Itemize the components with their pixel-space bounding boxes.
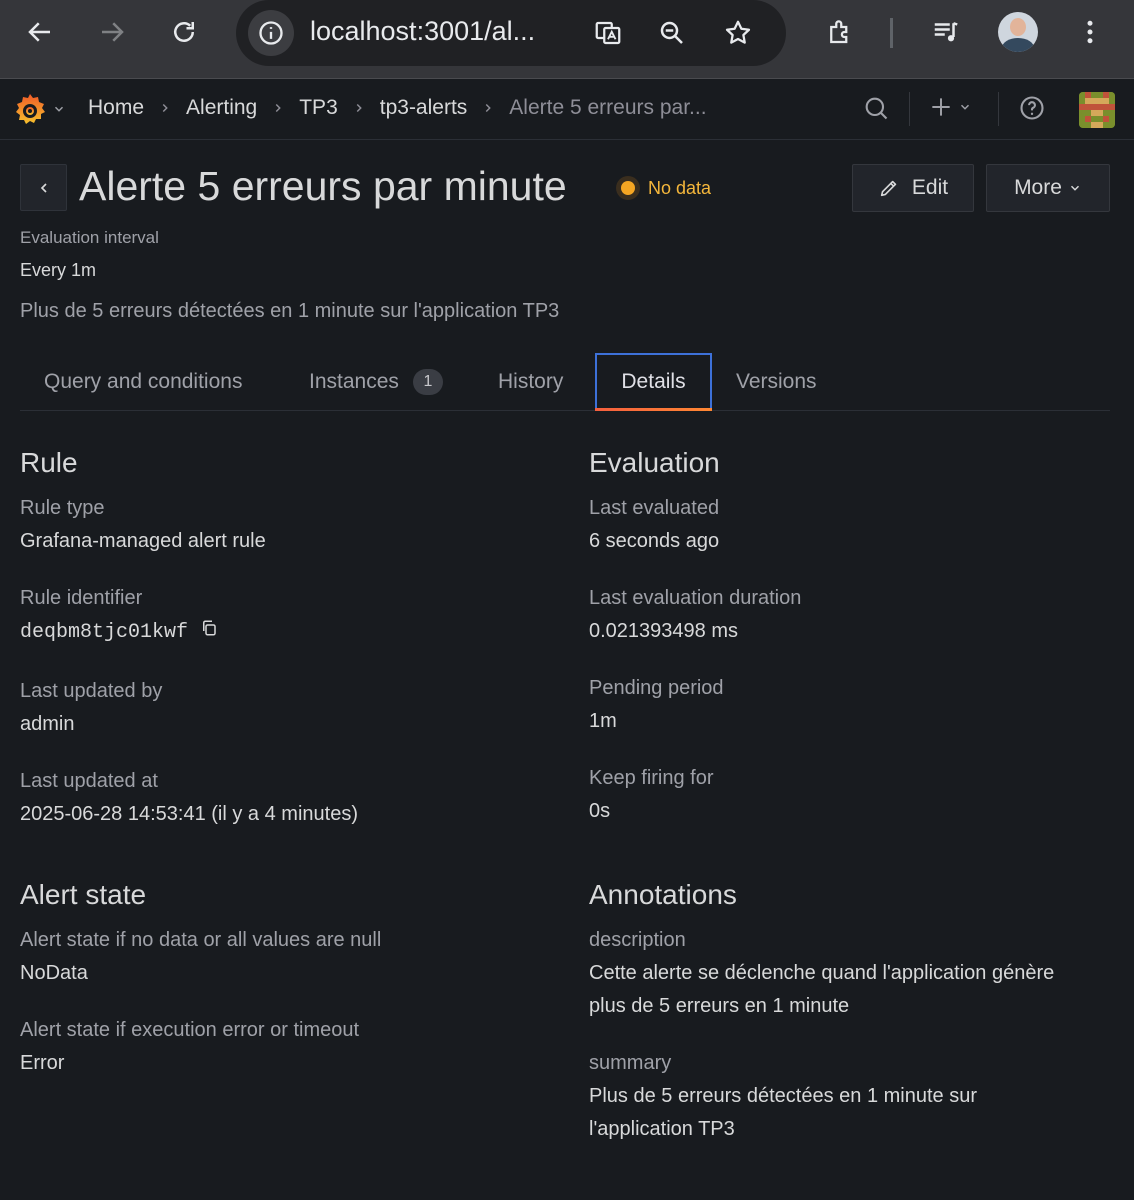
annotation-description-value: Cette alerte se déclenche quand l'applic… [589, 962, 1055, 1017]
last-updated-by-label: Last updated by [20, 680, 163, 702]
tab-query-and-conditions[interactable]: Query and conditions [20, 353, 266, 410]
chevron-down-icon [960, 104, 970, 110]
chevron-down-icon [1070, 185, 1079, 191]
extensions-icon[interactable] [820, 12, 860, 52]
page-title: Alerte 5 erreurs par minute [79, 163, 567, 209]
evaluation-duration-label: Last evaluation duration [589, 587, 802, 609]
tab-label: Versions [736, 369, 817, 393]
grafana-topbar: Home Alerting TP3 tp3-alerts Alerte 5 er… [0, 80, 1134, 140]
user-avatar[interactable] [1079, 92, 1115, 128]
error-state-value: Error [20, 1052, 65, 1074]
instances-count-badge: 1 [412, 368, 443, 395]
topbar-divider [909, 92, 910, 126]
tab-label: History [498, 369, 564, 393]
more-button-label: More [1014, 176, 1062, 199]
nodata-state-label: Alert state if no data or all values are… [20, 929, 382, 951]
last-updated-by-value: admin [20, 713, 75, 735]
more-vert-icon[interactable] [1070, 12, 1110, 52]
more-button[interactable]: More [986, 164, 1110, 212]
rule-type-label: Rule type [20, 497, 105, 519]
annotation-summary-label: summary [589, 1052, 672, 1074]
rule-description: Plus de 5 erreurs détectées en 1 minute … [20, 300, 560, 322]
address-bar[interactable]: localhost:3001/al... [236, 0, 786, 66]
chevron-right-icon [352, 101, 366, 115]
rule-identifier-label: Rule identifier [20, 587, 143, 609]
chevron-left-icon [40, 182, 47, 193]
status-dot-icon [616, 176, 640, 200]
breadcrumb-folder[interactable]: TP3 [299, 96, 338, 120]
pending-period-value: 1m [589, 710, 617, 732]
evaluation-interval-value: Every 1m [20, 260, 97, 280]
topbar-divider [998, 92, 999, 126]
toolbar-divider [890, 18, 893, 48]
pending-period-label: Pending period [589, 677, 724, 699]
translate-icon[interactable] [588, 13, 628, 53]
help-icon[interactable] [1018, 94, 1046, 122]
breadcrumb: Home Alerting TP3 tp3-alerts Alerte 5 er… [88, 96, 707, 120]
edit-button-label: Edit [911, 176, 949, 199]
zoom-icon[interactable] [652, 13, 692, 53]
keep-firing-value: 0s [589, 800, 611, 822]
breadcrumb-group[interactable]: tp3-alerts [380, 96, 468, 120]
tab-label: Instances [309, 369, 399, 393]
add-new-icon[interactable] [928, 94, 972, 120]
alert-state-heading: Alert state [20, 879, 147, 910]
url-text[interactable]: localhost:3001/al... [310, 16, 535, 47]
last-updated-at-label: Last updated at [20, 770, 158, 792]
annotation-summary-value: Plus de 5 erreurs détectées en 1 minute … [589, 1085, 977, 1140]
reload-icon[interactable] [164, 12, 204, 52]
tab-details[interactable]: Details [595, 353, 712, 411]
bookmark-star-icon[interactable] [718, 13, 758, 53]
rule-heading: Rule [20, 447, 78, 478]
chevron-right-icon [271, 101, 285, 115]
chevron-down-icon[interactable] [52, 102, 66, 121]
tab-history[interactable]: History [474, 353, 587, 410]
chevron-right-icon [158, 101, 172, 115]
evaluation-heading: Evaluation [589, 447, 720, 478]
tab-label: Details [621, 369, 686, 393]
annotation-description-label: description [589, 929, 686, 951]
tab-bar: Query and conditions Instances 1 History… [20, 353, 1110, 411]
back-button[interactable] [20, 164, 67, 211]
nodata-state-value: NoData [20, 962, 88, 984]
last-updated-at-value: 2025-06-28 14:53:41 (il y a 4 minutes) [20, 803, 358, 825]
error-state-label: Alert state if execution error or timeou… [20, 1019, 360, 1041]
edit-button[interactable]: Edit [852, 164, 974, 212]
rule-identifier: deqbm8tjc01kwf [20, 615, 218, 649]
media-queue-icon[interactable] [926, 12, 966, 52]
rule-identifier-value: deqbm8tjc01kwf [20, 621, 189, 644]
tab-versions[interactable]: Versions [712, 353, 841, 410]
search-icon[interactable] [862, 94, 890, 122]
browser-toolbar: localhost:3001/al... [0, 0, 1134, 79]
profile-avatar[interactable] [998, 12, 1038, 52]
breadcrumb-home[interactable]: Home [88, 96, 144, 120]
tab-label: Query and conditions [44, 369, 243, 393]
last-evaluated-label: Last evaluated [589, 497, 720, 519]
evaluation-interval-label: Evaluation interval [20, 228, 159, 247]
annotations-heading: Annotations [589, 879, 737, 910]
chevron-right-icon [481, 101, 495, 115]
status-text: No data [648, 177, 712, 198]
forward-arrow-icon[interactable] [92, 12, 132, 52]
breadcrumb-alerting[interactable]: Alerting [186, 96, 257, 120]
copy-icon[interactable] [200, 615, 218, 648]
evaluation-duration-value: 0.021393498 ms [589, 620, 739, 642]
status-badge: No data [616, 176, 711, 200]
back-arrow-icon[interactable] [20, 12, 60, 52]
rule-type-value: Grafana-managed alert rule [20, 530, 266, 552]
grafana-logo-icon[interactable] [12, 92, 48, 128]
tab-instances[interactable]: Instances 1 [285, 353, 467, 410]
site-info-icon[interactable] [248, 10, 294, 56]
pencil-icon [880, 180, 897, 197]
last-evaluated-value: 6 seconds ago [589, 530, 720, 552]
breadcrumb-current: Alerte 5 erreurs par... [509, 96, 707, 119]
keep-firing-label: Keep firing for [589, 767, 714, 789]
